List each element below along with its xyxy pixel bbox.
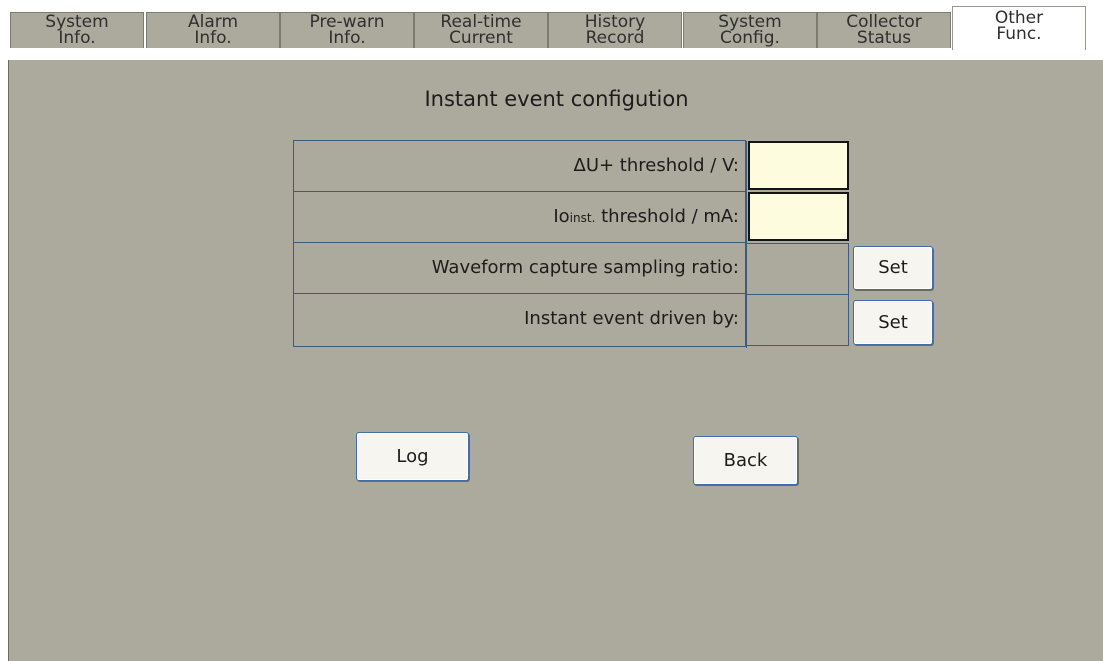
tab-label-line2: Current xyxy=(449,28,513,48)
delta-u-threshold-label: ΔU+ threshold / V: xyxy=(573,155,739,176)
io-label-rest: threshold / mA: xyxy=(595,206,739,227)
tab-label-line2: Info. xyxy=(58,28,96,48)
tab-label-line2: Status xyxy=(856,28,912,48)
content-panel: Instant event configution ΔU+ threshold … xyxy=(8,60,1103,661)
event-driven-by-label: Instant event driven by: xyxy=(524,308,739,329)
config-row-io-inst: Ioinst. threshold / mA: xyxy=(294,192,745,243)
waveform-sampling-ratio-label: Waveform capture sampling ratio: xyxy=(431,257,739,278)
tab-other-func[interactable]: Other Func. xyxy=(952,6,1086,50)
tab-system-info[interactable]: System Info. xyxy=(10,12,144,48)
tab-bar: System Info. Alarm Info. Pre-warn Info. … xyxy=(0,0,1103,50)
config-table: ΔU+ threshold / V: Ioinst. threshold / m… xyxy=(293,140,747,348)
io-label-main: Io xyxy=(553,206,570,227)
io-inst-threshold-label: Ioinst. threshold / mA: xyxy=(294,192,745,243)
config-row-event-driven-by: Instant event driven by: xyxy=(294,294,745,345)
set-waveform-ratio-button[interactable]: Set xyxy=(853,246,933,290)
waveform-sampling-ratio-value xyxy=(746,243,849,295)
back-button[interactable]: Back xyxy=(693,436,798,485)
tab-label-line2: Func. xyxy=(996,24,1042,44)
log-button[interactable]: Log xyxy=(356,432,469,481)
tab-label-line2: Info. xyxy=(194,28,232,48)
config-row-delta-u: ΔU+ threshold / V: xyxy=(294,141,745,192)
tab-system-config[interactable]: System Config. xyxy=(683,12,817,48)
io-label-subscript: inst. xyxy=(569,211,596,225)
app-window: System Info. Alarm Info. Pre-warn Info. … xyxy=(0,0,1103,661)
tab-prewarn-info[interactable]: Pre-warn Info. xyxy=(280,12,414,48)
tab-collector-status[interactable]: Collector Status xyxy=(817,12,951,48)
page-title: Instant event configution xyxy=(424,87,689,111)
delta-u-threshold-input[interactable] xyxy=(748,141,849,190)
tab-alarm-info[interactable]: Alarm Info. xyxy=(146,12,280,48)
tab-label-line2: Config. xyxy=(720,28,780,48)
config-row-waveform-ratio: Waveform capture sampling ratio: xyxy=(294,243,745,294)
set-event-driven-by-button[interactable]: Set xyxy=(853,300,933,345)
io-inst-threshold-input[interactable] xyxy=(748,192,849,241)
tab-realtime-current[interactable]: Real-time Current xyxy=(414,12,548,48)
tab-label-line2: Info. xyxy=(328,28,366,48)
event-driven-by-value xyxy=(746,294,849,346)
tab-label-line2: Record xyxy=(585,28,645,48)
tab-history-record[interactable]: History Record xyxy=(548,12,682,48)
